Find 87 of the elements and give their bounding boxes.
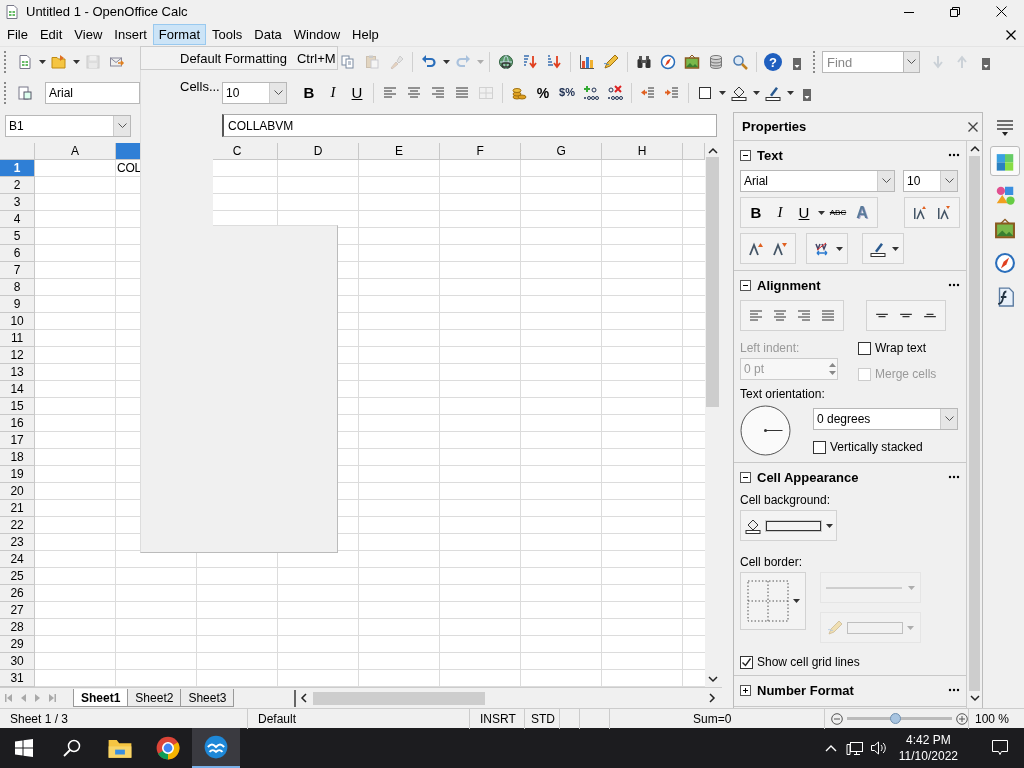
row-header[interactable]: 20: [0, 483, 35, 500]
standard-button[interactable]: $%: [555, 80, 579, 105]
font-size-field[interactable]: 10: [222, 81, 287, 104]
underline-button[interactable]: U: [792, 200, 816, 225]
menu-item[interactable]: Tools: [206, 24, 249, 45]
row-header[interactable]: 15: [0, 398, 35, 415]
window-title: Untitled 1 - OpenOffice Calc: [26, 4, 188, 19]
menu-item[interactable]: File: [1, 24, 34, 45]
menu-item[interactable]: Edit: [33, 24, 69, 45]
menu-item[interactable]: Insert: [108, 24, 153, 45]
row-header[interactable]: 25: [0, 568, 35, 585]
row-header[interactable]: 5: [0, 228, 35, 245]
menu-item[interactable]: View: [68, 24, 109, 45]
row-header[interactable]: 4: [0, 211, 35, 228]
row-header[interactable]: 10: [0, 313, 35, 330]
row-header[interactable]: 14: [0, 381, 35, 398]
row-header[interactable]: 22: [0, 517, 35, 534]
row-header[interactable]: 12: [0, 347, 35, 364]
row-header[interactable]: 16: [0, 415, 35, 432]
column-header[interactable]: G: [521, 143, 602, 160]
row-header[interactable]: 26: [0, 585, 35, 602]
menu-item[interactable]: Help: [346, 24, 385, 45]
font-size-field[interactable]: 10: [903, 170, 958, 192]
row-header[interactable]: 24: [0, 551, 35, 568]
row-header[interactable]: 8: [0, 279, 35, 296]
italic-button[interactable]: I: [321, 80, 345, 105]
italic-button[interactable]: I: [768, 200, 792, 225]
sheet-tab[interactable]: Sheet3: [180, 689, 235, 707]
bold-button[interactable]: B: [744, 200, 768, 225]
column-header[interactable]: E: [359, 143, 440, 160]
clock[interactable]: 4:42 PM 11/10/2022: [890, 728, 966, 768]
section-title: Cell Appearance: [757, 469, 860, 485]
sheet-tab[interactable]: Sheet1: [73, 689, 129, 707]
row-header[interactable]: 17: [0, 432, 35, 449]
row-header[interactable]: 11: [0, 330, 35, 347]
find-field[interactable]: Find: [822, 51, 903, 73]
section-title: Number Format: [757, 682, 855, 698]
row-header[interactable]: 27: [0, 602, 35, 619]
row-header[interactable]: 6: [0, 245, 35, 262]
column-header[interactable]: H: [602, 143, 683, 160]
checkbox-label: Wrap text: [875, 341, 927, 355]
row-header[interactable]: 21: [0, 500, 35, 517]
field-label: Cell background:: [740, 493, 832, 507]
row-header[interactable]: 30: [0, 653, 35, 670]
row-header[interactable]: 28: [0, 619, 35, 636]
formula-input[interactable]: COLLABVM: [222, 114, 717, 137]
checkbox-label: Vertically stacked: [830, 440, 923, 454]
field-label: Text orientation:: [740, 387, 826, 401]
column-header[interactable]: F: [440, 143, 521, 160]
field-label: Left indent:: [740, 341, 801, 355]
bold-button[interactable]: B: [297, 80, 321, 105]
section-title: Text: [757, 147, 784, 163]
row-header[interactable]: 31: [0, 670, 35, 687]
row-header[interactable]: 19: [0, 466, 35, 483]
menu-item[interactable]: Data: [248, 24, 288, 45]
sheet-tab[interactable]: Sheet2: [127, 689, 182, 707]
field-label: Cell border:: [740, 555, 804, 569]
row-header[interactable]: 13: [0, 364, 35, 381]
row-header[interactable]: 29: [0, 636, 35, 653]
percent-button[interactable]: %: [531, 80, 555, 105]
row-header[interactable]: 7: [0, 262, 35, 279]
orientation-field[interactable]: 0 degrees: [813, 408, 958, 430]
name-box[interactable]: B1: [5, 114, 131, 137]
row-header[interactable]: 2: [0, 177, 35, 194]
menu-item[interactable]: Window: [287, 24, 347, 45]
column-header[interactable]: D: [278, 143, 359, 160]
row-header[interactable]: 9: [0, 296, 35, 313]
zoom-percent: 100 %: [974, 711, 1010, 726]
shadow-button[interactable]: A: [850, 200, 874, 225]
row-header[interactable]: 1: [0, 160, 35, 177]
panel-title: Properties: [742, 119, 807, 134]
menu-item[interactable]: Format: [152, 24, 206, 45]
column-header[interactable]: A: [35, 143, 116, 160]
row-header[interactable]: 18: [0, 449, 35, 466]
row-header[interactable]: 23: [0, 534, 35, 551]
strikethrough-button[interactable]: ABC: [826, 200, 850, 225]
checkbox-label: Merge cells: [875, 367, 937, 381]
font-name-field[interactable]: Arial: [45, 81, 140, 104]
menu-item[interactable]: Cells...: [180, 79, 220, 94]
menu-item[interactable]: Default Formatting Ctrl+M: [141, 47, 345, 69]
section-title: Alignment: [757, 277, 822, 293]
table-cell-text: COL: [116, 160, 143, 177]
shortcut-text: Ctrl+M: [295, 50, 337, 66]
underline-button[interactable]: U: [345, 80, 369, 105]
checkbox-label: Show cell grid lines: [757, 655, 860, 669]
font-name-field[interactable]: Arial: [740, 170, 895, 192]
row-header[interactable]: 3: [0, 194, 35, 211]
